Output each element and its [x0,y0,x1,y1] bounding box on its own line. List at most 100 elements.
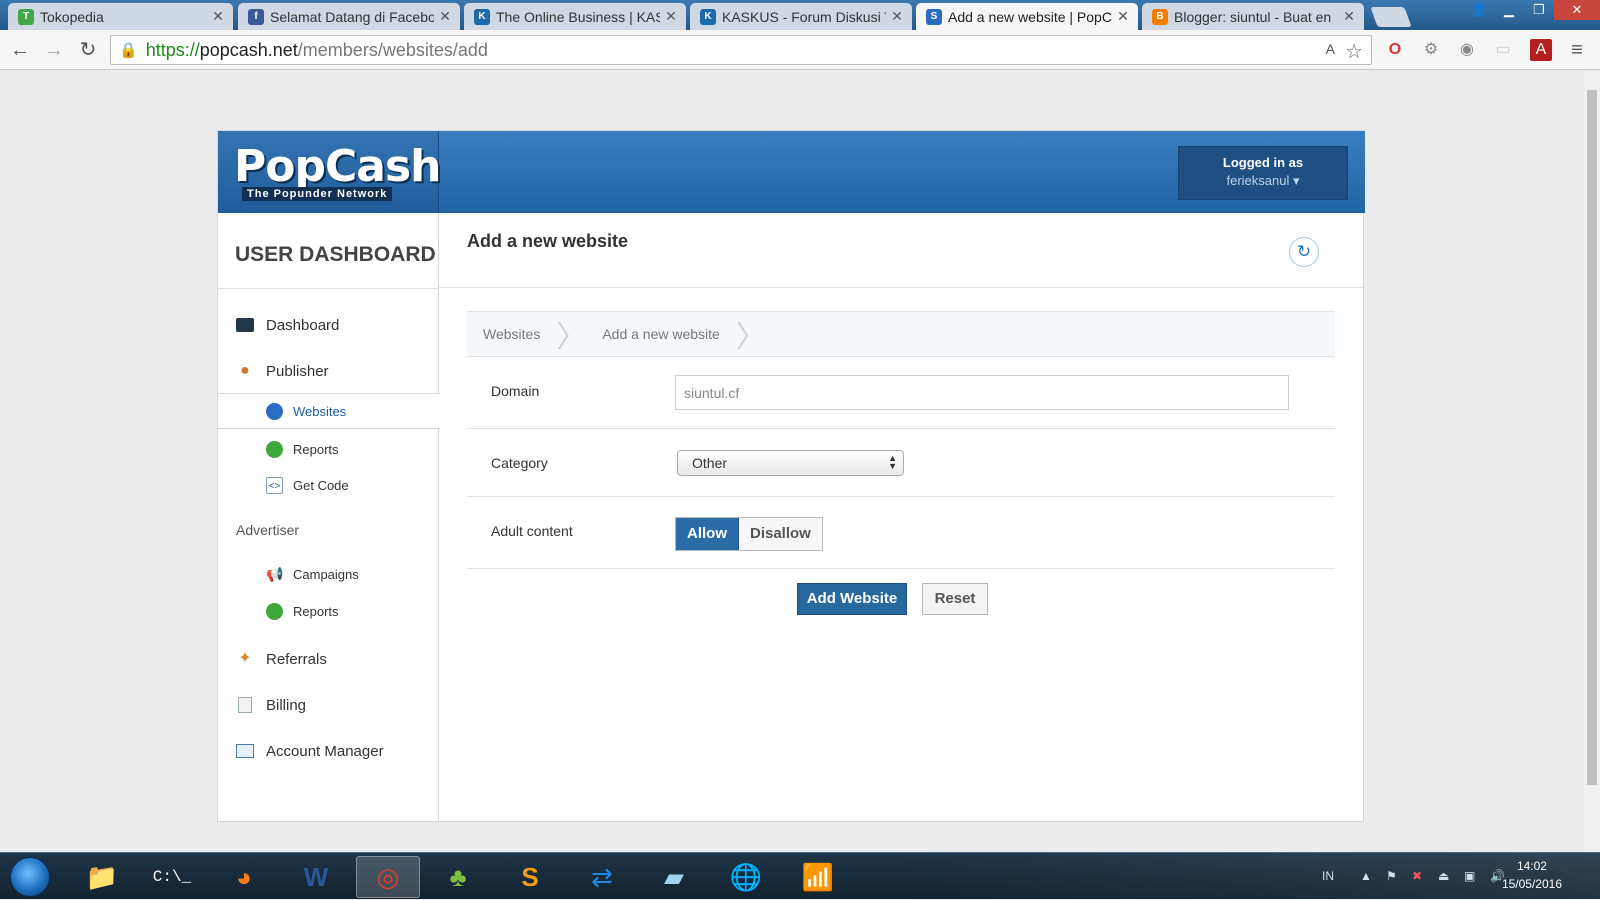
tab-close-icon[interactable]: ✕ [1116,8,1130,25]
sidebar-item-referrals[interactable]: ✦ Referrals [218,639,439,679]
tab-close-icon[interactable]: ✕ [211,8,225,25]
maximize-icon[interactable]: ❐ [1524,0,1554,20]
sidebar-item-campaigns[interactable]: 📢 Campaigns [218,556,439,592]
sidebar-item-label: Reports [293,603,339,619]
command-prompt-icon[interactable]: C:\_ [140,856,204,898]
disallow-button[interactable]: Disallow [739,518,822,550]
browser-tab-tokopedia[interactable]: T Tokopedia ✕ [8,3,233,30]
site-header: PopCash The Popunder Network Logged in a… [218,131,1365,213]
facebook-favicon-icon: f [248,8,264,25]
evernote-icon[interactable]: ♣ [426,856,490,898]
start-button[interactable] [10,857,50,897]
sidebar-item-label: Reports [293,441,339,457]
breadcrumb: Websites 〉 Add a new website 〉 [467,311,1335,357]
chrome-menu-icon[interactable]: ≡ [1566,39,1588,61]
acrobat-extension-icon[interactable]: A [1530,39,1552,61]
new-tab-button[interactable] [1370,7,1412,27]
action-center-icon[interactable]: ⚑ [1386,869,1397,883]
browser-tab-popcash[interactable]: S Add a new website | PopC ✕ [916,3,1138,30]
sidebar-item-label: Campaigns [293,566,359,582]
translate-icon[interactable]: A [1326,41,1335,57]
breadcrumb-websites[interactable]: Websites [467,326,556,342]
address-bar[interactable]: 🔒 https://popcash.net/members/websites/a… [110,35,1372,65]
notepad-icon[interactable]: ▰ [642,856,706,898]
close-window-icon[interactable]: ✕ [1554,0,1600,20]
tab-close-icon[interactable]: ✕ [438,8,452,25]
language-indicator[interactable]: IN [1322,869,1334,883]
scrollbar-thumb[interactable] [1587,90,1597,785]
clock[interactable]: 14:02 15/05/2016 [1502,857,1562,893]
sidebar-item-get-code[interactable]: <> Get Code [218,467,439,503]
reset-button[interactable]: Reset [922,583,988,615]
extension-gear-icon[interactable]: ⚙ [1420,39,1442,61]
category-selected-value: Other [692,455,728,471]
reload-icon[interactable]: ↻ [76,38,100,62]
sidebar-title: USER DASHBOARD [218,213,438,289]
domain-input[interactable] [675,375,1289,410]
sidebar-item-publisher-reports[interactable]: Reports [218,431,439,467]
globe-app-icon[interactable]: 🌐 [714,856,778,898]
bookmark-star-icon[interactable]: ☆ [1345,39,1363,64]
refresh-icon[interactable]: ↻ [1289,237,1319,267]
tab-title: Tokopedia [40,8,104,25]
file-explorer-icon[interactable]: 📁 [70,856,134,898]
word-icon[interactable]: W [284,856,348,898]
browser-tab-facebook[interactable]: f Selamat Datang di Facebo ✕ [238,3,460,30]
megaphone-icon: 📢 [266,565,284,582]
category-select[interactable]: Other ▲ ▼ [677,450,904,476]
tokopedia-favicon-icon: T [18,8,34,25]
tray-expand-icon[interactable]: ▲ [1360,869,1372,883]
browser-tab-blogger[interactable]: B Blogger: siuntul - Buat en ✕ [1142,3,1364,30]
forward-arrow-icon[interactable]: → [42,38,66,62]
allow-button[interactable]: Allow [676,518,739,550]
tab-title: KASKUS - Forum Diskusi T [722,8,886,25]
adult-content-label: Adult content [491,523,573,539]
sublime-text-icon[interactable]: S [498,856,562,898]
network-icon[interactable]: ▣ [1464,869,1475,883]
code-page-icon: <> [266,476,283,494]
sidebar-item-billing[interactable]: Billing [218,685,439,725]
tab-close-icon[interactable]: ✕ [664,8,678,25]
clock-time: 14:02 [1516,859,1547,873]
blogger-favicon-icon: B [1152,8,1168,25]
divider [439,287,1365,288]
back-arrow-icon[interactable]: ← [8,38,32,62]
page-scrollbar[interactable] [1584,70,1600,852]
user-profile-icon[interactable]: 👤 [1464,0,1494,20]
browser-toolbar: ← → ↻ 🔒 https://popcash.net/members/webs… [0,30,1600,70]
sidebar-item-dashboard[interactable]: Dashboard [218,305,439,345]
sidebar-item-advertiser-reports[interactable]: Reports [218,593,439,629]
teamviewer-icon[interactable]: ⇄ [570,856,634,898]
chrome-icon[interactable]: ◎ [356,856,420,898]
add-website-button[interactable]: Add Website [797,583,907,615]
network-error-icon[interactable]: ✖ [1412,869,1422,883]
extension-globe-icon[interactable]: ◉ [1456,39,1478,61]
sidebar-item-label: Websites [293,403,347,419]
browser-tab-kaskus-forum[interactable]: K KASKUS - Forum Diskusi T ✕ [690,3,912,30]
username-dropdown[interactable]: ferieksanul ▾ [1179,173,1347,189]
category-label: Category [491,455,548,471]
system-tray: IN ▲ ⚑ ✖ ⏏ ▣ 🔊 14:02 15/05/2016 [890,853,1600,900]
pie-chart-icon [266,602,283,620]
minimize-icon[interactable]: ▁ [1494,0,1524,20]
popcash-logo[interactable]: PopCash The Popunder Network [218,131,441,213]
sidebar-item-publisher[interactable]: ● Publisher [218,351,439,391]
sidebar-group-advertiser: Advertiser [236,522,300,538]
globe-icon [266,402,283,420]
sidebar-item-websites[interactable]: Websites [218,393,440,429]
firefox-icon[interactable]: ◕ [212,856,276,898]
usb-icon[interactable]: ⏏ [1438,869,1449,883]
sidebar-item-label: Get Code [293,477,349,493]
user-menu[interactable]: Logged in as ferieksanul ▾ [1178,146,1348,200]
opera-extension-icon[interactable]: O [1384,39,1406,61]
browser-tab-strip: T Tokopedia ✕ f Selamat Datang di Facebo… [0,0,1600,30]
tab-close-icon[interactable]: ✕ [890,8,904,25]
tab-close-icon[interactable]: ✕ [1342,8,1356,25]
browser-tab-kaskus-business[interactable]: K The Online Business | KAS ✕ [464,3,686,30]
monitor-icon [236,318,254,332]
clock-date: 15/05/2016 [1501,877,1562,891]
window-controls: 👤 ▁ ❐ ✕ [1464,0,1600,22]
extension-off-icon[interactable]: ▭ [1492,39,1514,61]
sidebar-item-account-manager[interactable]: Account Manager [218,731,439,771]
wifi-app-icon[interactable]: 📶 [786,856,850,898]
